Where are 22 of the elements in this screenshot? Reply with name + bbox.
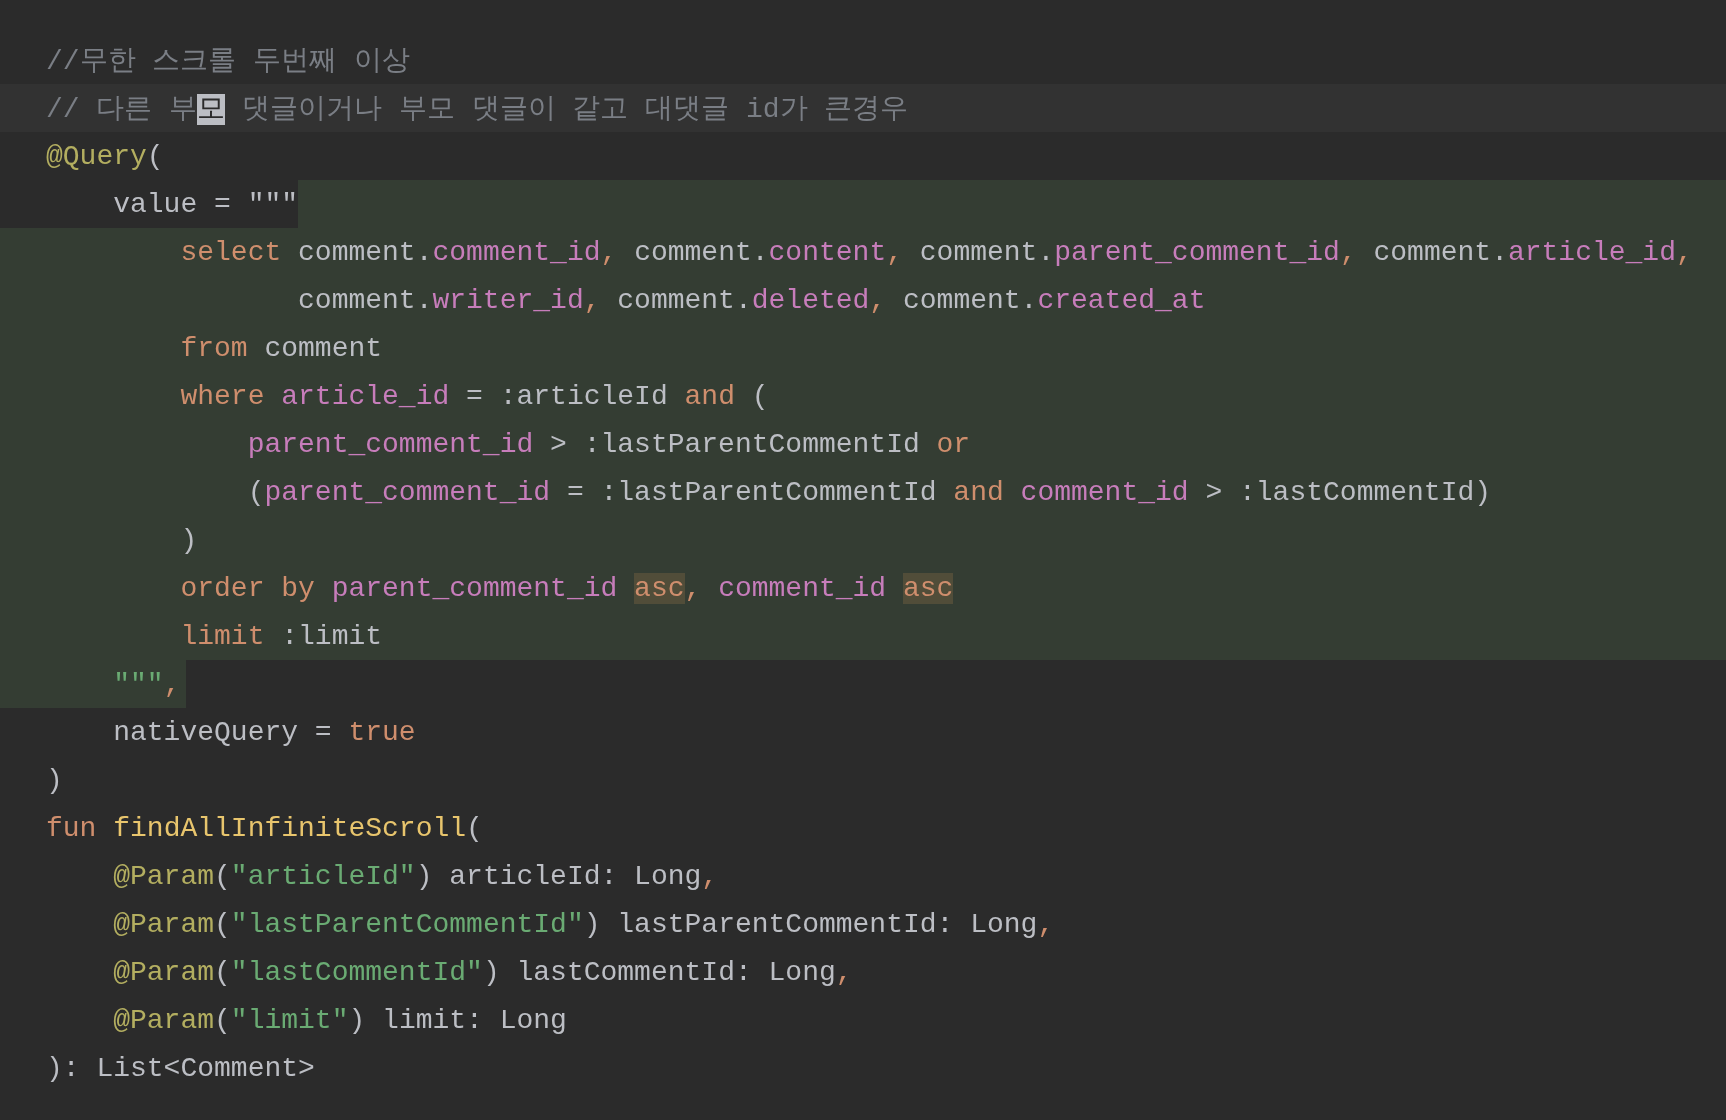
code-line: parent_comment_id > :lastParentCommentId or <box>247 428 971 460</box>
code-line: @Param("lastParentCommentId") lastParentCommentId: Long, <box>113 908 1055 940</box>
code-line: nativeQuery = true <box>113 716 416 748</box>
code-line: fun findAllInfiniteScroll( <box>46 812 483 844</box>
code-line: from comment <box>180 332 383 364</box>
code-line: comment.writer_id, comment.deleted, comment.created_at <box>298 284 1206 316</box>
code-line: ) <box>46 764 63 796</box>
code-line: order by parent_comment_id asc, comment_id asc <box>180 572 954 604</box>
code-line: @Param("lastCommentId") lastCommentId: Long, <box>113 956 853 988</box>
code-line: @Param("articleId") articleId: Long, <box>113 860 719 892</box>
code-line: ): List<Comment> <box>46 1052 315 1084</box>
code-comment: //무한 스크롤 두번째 이상 <box>46 45 410 79</box>
code-line: @Query( <box>46 140 164 172</box>
code-comment: // 다른 부모 댓글이거나 부모 댓글이 같고 대댓글 id가 큰경우 <box>46 93 909 127</box>
code-line: ) <box>180 524 198 556</box>
code-line: limit :limit <box>180 620 383 652</box>
code-line: """, <box>113 668 181 700</box>
code-line: @Param("limit") limit: Long <box>113 1004 567 1036</box>
code-line: where article_id = :articleId and ( <box>180 380 769 412</box>
code-line: select comment.comment_id, comment.content, comment.parent_comment_id, comment.article_id, <box>180 236 1693 268</box>
code-line: value = """ <box>113 188 299 220</box>
code-line: (parent_comment_id = :lastParentCommentId and comment_id > :lastCommentId) <box>247 476 1492 508</box>
